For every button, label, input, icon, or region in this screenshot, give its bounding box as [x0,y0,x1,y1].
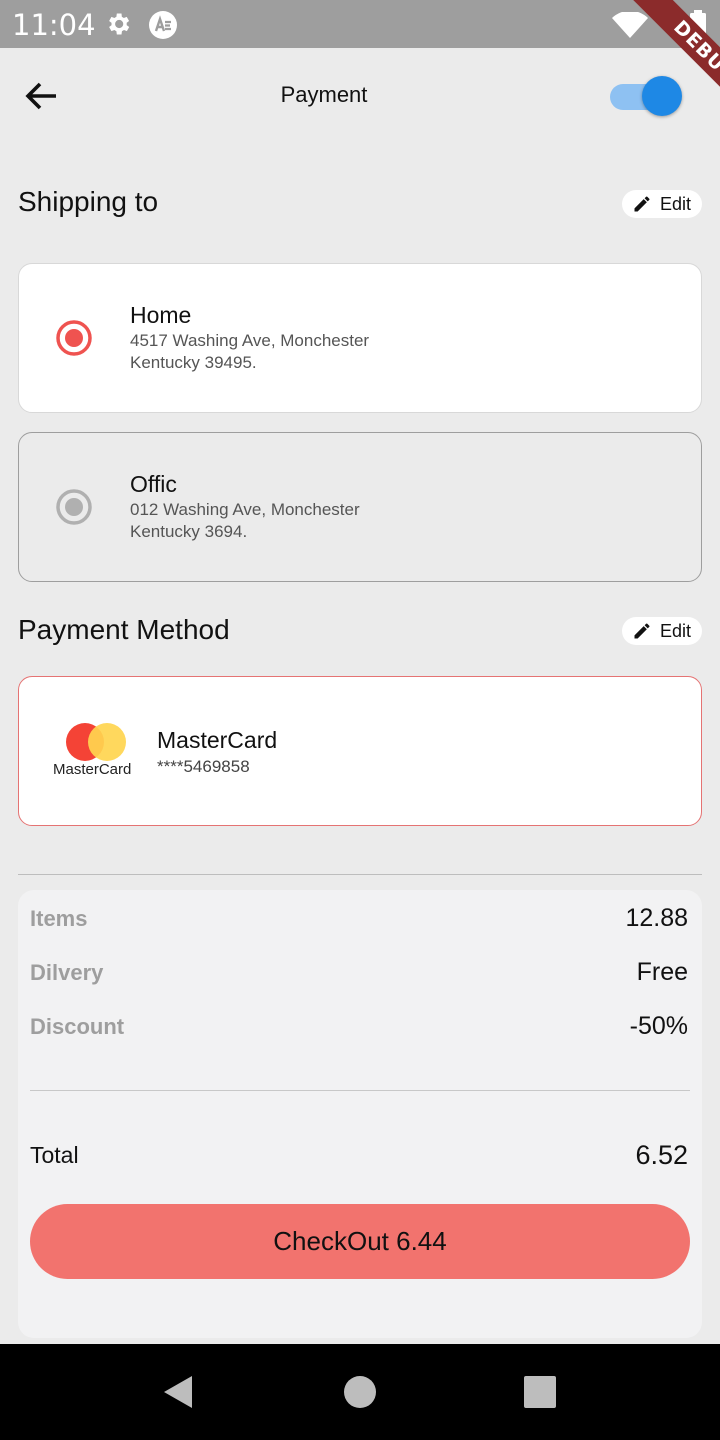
address-line-2: Kentucky 39495. [130,353,257,372]
payment-edit-button[interactable]: Edit [622,617,702,645]
summary-divider [30,1090,690,1091]
discount-label: Discount [30,1014,125,1039]
battery-icon [690,10,706,38]
mastercard-logo-icon [66,723,126,761]
shipping-section-title: Shipping to [18,186,159,217]
address-line-1: 4517 Washing Ave, Monchester [130,331,370,350]
pencil-icon [634,623,650,639]
discount-value: -50% [629,1012,688,1040]
status-bar: 11:04 [0,0,720,48]
address-name: Offic [130,471,177,497]
settings-gear-icon [109,13,130,35]
status-time: 11:04 [12,8,96,42]
card-name: MasterCard [157,727,278,753]
theme-toggle-switch[interactable] [608,76,684,116]
address-line-2: Kentucky 3694. [130,522,248,541]
accessibility-icon [149,11,177,39]
nav-recents-icon[interactable] [524,1376,556,1408]
total-label: Total [30,1142,79,1168]
items-label: Items [30,906,88,931]
payment-card-mastercard[interactable]: MasterCard MasterCard ****5469858 [18,676,702,826]
delivery-value: Free [636,958,688,986]
order-summary-panel: Items 12.88 Dilvery Free Discount -50% T… [18,890,702,1338]
card-number: ****5469858 [157,757,250,776]
shipping-edit-label: Edit [660,193,692,214]
toggle-thumb [642,76,682,116]
mastercard-logo-caption: MasterCard [53,761,132,778]
app-bar: Payment [0,48,720,144]
address-name: Home [130,302,192,328]
radio-selected-icon[interactable] [55,319,93,357]
pencil-icon [634,196,650,212]
nav-home-icon[interactable] [344,1376,376,1408]
address-card-office[interactable]: Offic 012 Washing Ave, Monchester Kentuc… [18,432,702,582]
shipping-edit-button[interactable]: Edit [622,190,702,218]
checkout-button[interactable]: CheckOut 6.44 [30,1204,690,1279]
radio-unselected-icon[interactable] [55,488,93,526]
items-value: 12.88 [625,904,688,932]
section-divider [18,874,702,875]
wifi-icon [612,12,648,38]
address-line-1: 012 Washing Ave, Monchester [130,500,360,519]
payment-edit-label: Edit [660,620,692,641]
page-title: Payment [280,82,368,107]
system-navigation-bar [0,1344,720,1440]
delivery-label: Dilvery [30,960,104,985]
total-value: 6.52 [635,1140,688,1170]
address-card-home[interactable]: Home 4517 Washing Ave, Monchester Kentuc… [18,263,702,413]
payment-section-title: Payment Method [18,614,230,645]
nav-back-icon[interactable] [160,1374,196,1410]
